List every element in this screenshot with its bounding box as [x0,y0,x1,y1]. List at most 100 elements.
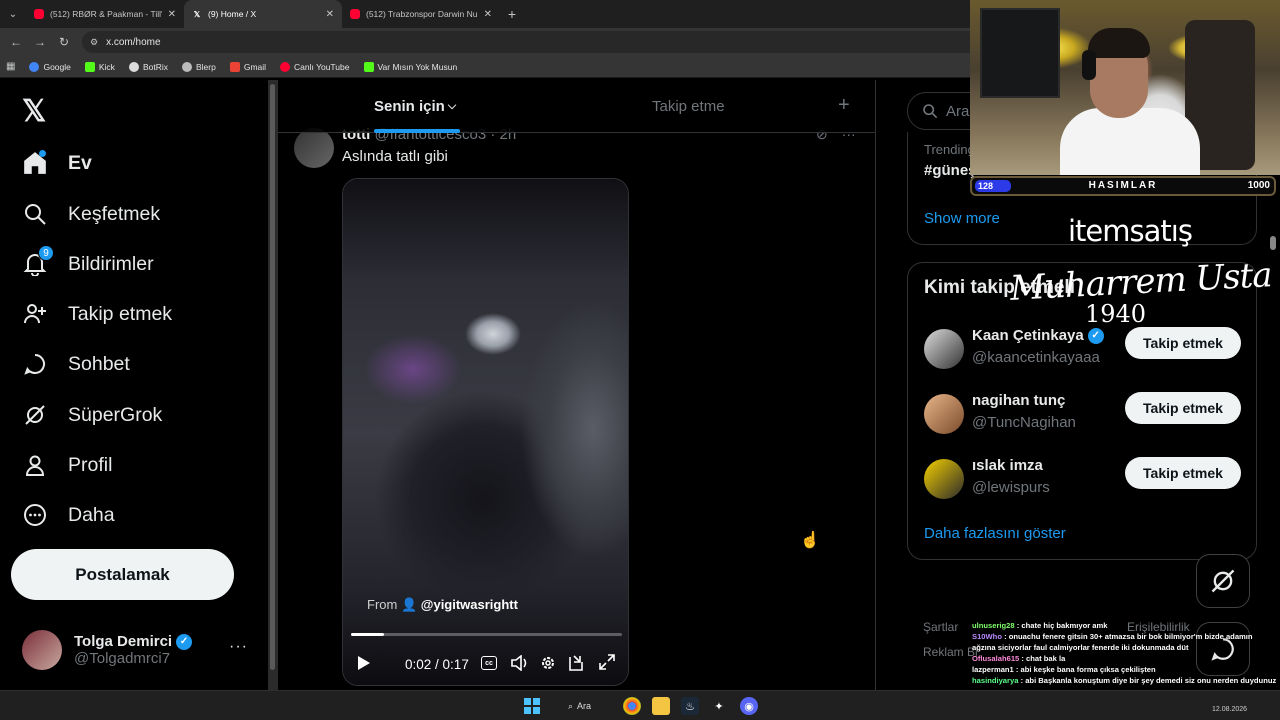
nav-item-explore[interactable]: Keşfetmek [22,201,160,227]
follow-button[interactable]: Takip etmek [1125,392,1241,424]
avatar[interactable] [924,329,964,369]
chat-user: ulnuserig28 [972,621,1015,630]
volume-icon[interactable] [511,655,529,671]
webcam-overlay [970,0,1280,175]
file-explorer-icon[interactable] [652,697,670,715]
gmail-icon [229,61,240,72]
profile-icon [22,452,48,478]
nav-label: Ev [68,151,92,174]
close-icon[interactable]: ✕ [326,9,334,20]
timeline-tabs: Senin için ⌵ Takip etme + [278,80,875,133]
person-add-icon [22,301,48,327]
browser-tab-1[interactable]: (512) RBØR & Paakman - Till' M ✕ [26,0,184,28]
suggestion-handle: @kaancetinkayaaa [972,349,1100,366]
nav-item-notifications[interactable]: 9 Bildirimler [22,245,154,277]
follow-suggestion[interactable]: ıslak imza @lewispurs Takip etmek [924,455,1244,505]
video-player[interactable]: From 👤 @yigitwasrightt 0:02 / 0:17 cc [342,178,629,686]
account-switcher[interactable]: Tolga Demirci ✓ @Tolgadmrci7 ··· [22,628,252,672]
suggestion-handle: @TuncNagihan [972,414,1076,431]
taskbar-search[interactable]: ⌕ Ara [560,696,614,716]
windows-start-icon[interactable] [523,697,541,715]
browser-tab-2[interactable]: 𝕏 (9) Home / X ✕ [184,0,342,28]
fullscreen-icon[interactable] [599,654,615,670]
avatar[interactable] [924,459,964,499]
bookmark-label: Blerp [195,61,216,72]
avatar[interactable] [924,394,964,434]
follow-suggestion[interactable]: Kaan Çetinkaya ✓ @kaancetinkayaaa Takip e… [924,325,1244,375]
right-scrollbar-thumb[interactable] [1270,236,1276,250]
reload-icon[interactable]: ↻ [52,35,76,49]
tab-for-you[interactable]: Senin için ⌵ [374,98,456,115]
chat-text: : chat bak la [1021,654,1066,663]
windows-taskbar: ⌕ Ara ♨ ✦ ◉ 12.08.2026 [0,690,1280,720]
suggestion-name[interactable]: ıslak imza [972,457,1043,474]
youtube-icon [34,9,44,19]
account-name-row: Tolga Demirci ✓ [74,633,193,650]
show-more-link[interactable]: Show more [924,210,1000,227]
chat-text: : onuachu fenere gitsin 30+ atmazsa bir … [972,632,1253,652]
left-scrollbar[interactable] [268,80,278,690]
bookmark-kick[interactable]: Kick [84,61,115,72]
follow-button[interactable]: Takip etmek [1125,457,1241,489]
grok-button[interactable] [1196,554,1250,608]
from-user[interactable]: @yigitwasrightt [421,597,518,612]
suggestion-name[interactable]: nagihan tunç [972,392,1065,409]
play-button[interactable] [357,655,371,671]
suggestion-name[interactable]: Kaan Çetinkaya [972,327,1084,344]
bookmark-var-misin[interactable]: Var Mısın Yok Musun [363,61,458,72]
browser-tab-3[interactable]: (512) Trabzonspor Darwin Nun ✕ [342,0,500,28]
post-avatar[interactable] [294,128,334,168]
scrollbar-thumb[interactable] [270,84,275,670]
close-icon[interactable]: ✕ [484,9,492,20]
bookmark-blerp[interactable]: Blerp [181,61,216,72]
video-progress-bar[interactable] [351,633,622,636]
follow-suggestion[interactable]: nagihan tunç @TuncNagihan Takip etmek [924,390,1244,440]
nav-item-more[interactable]: Daha [22,502,115,528]
discord-icon[interactable]: ◉ [740,697,758,715]
bookmark-label: Kick [98,61,115,72]
more-dots-icon[interactable]: ··· [229,638,248,656]
x-left-nav: 𝕏 Ev Keşfetmek 9 Bildirimler Takip etmek… [0,80,268,690]
bookmark-canli-youtube[interactable]: Canlı YouTube [280,61,350,72]
app-icon[interactable]: ✦ [710,697,728,715]
tab-title: (512) RBØR & Paakman - Till' M [50,9,162,19]
apps-icon[interactable]: ▦ [6,61,15,72]
nav-item-chat[interactable]: Sohbet [22,351,130,377]
captions-icon[interactable]: cc [481,656,497,670]
add-tab-icon[interactable]: + [838,94,850,117]
sponsor-logo: itemsatış [1068,214,1193,248]
footer-terms-link[interactable]: Şartlar [923,620,958,634]
taskbar-date: 12.08.2026 [1212,706,1248,713]
close-icon[interactable]: ✕ [168,9,176,20]
search-icon [22,201,48,227]
nav-item-profile[interactable]: Profil [22,452,112,478]
footer-ads-link[interactable]: Reklam Bi [923,645,978,659]
picture-in-picture-icon[interactable] [568,654,584,672]
bookmark-google[interactable]: Google [29,61,71,72]
new-tab-button[interactable]: + [500,6,524,22]
notification-badge: 9 [38,245,54,261]
steam-icon[interactable]: ♨ [681,697,699,715]
x-logo-icon[interactable]: 𝕏 [22,94,46,129]
user-emoji-icon: 👤 [400,597,418,612]
bookmark-gmail[interactable]: Gmail [229,61,266,72]
settings-gear-icon[interactable] [540,655,556,671]
chrome-icon[interactable] [623,697,641,715]
forward-icon[interactable]: → [28,35,52,49]
bookmark-botrix[interactable]: BotRix [128,61,168,72]
nav-item-supergrok[interactable]: SüperGrok [22,402,162,428]
account-handle: @Tolgadmrci7 [74,650,171,667]
tab-following[interactable]: Takip etme [652,98,725,115]
site-info-icon[interactable]: ⚙ [90,37,98,48]
bookmark-label: Var Mısın Yok Musun [377,61,458,72]
nav-item-home[interactable]: Ev [22,150,92,176]
video-attribution[interactable]: From 👤 @yigitwasrightt [367,597,518,613]
tab-search-icon[interactable]: ⌄ [0,0,26,28]
url-input[interactable]: ⚙ x.com/home [82,31,982,53]
post-button[interactable]: Postalamak [11,549,234,600]
show-more-link[interactable]: Daha fazlasını göster [924,525,1066,542]
follow-button[interactable]: Takip etmek [1125,327,1241,359]
current-time: 0:02 [405,657,432,672]
back-icon[interactable]: ← [4,35,28,49]
nav-item-follow[interactable]: Takip etmek [22,301,172,327]
